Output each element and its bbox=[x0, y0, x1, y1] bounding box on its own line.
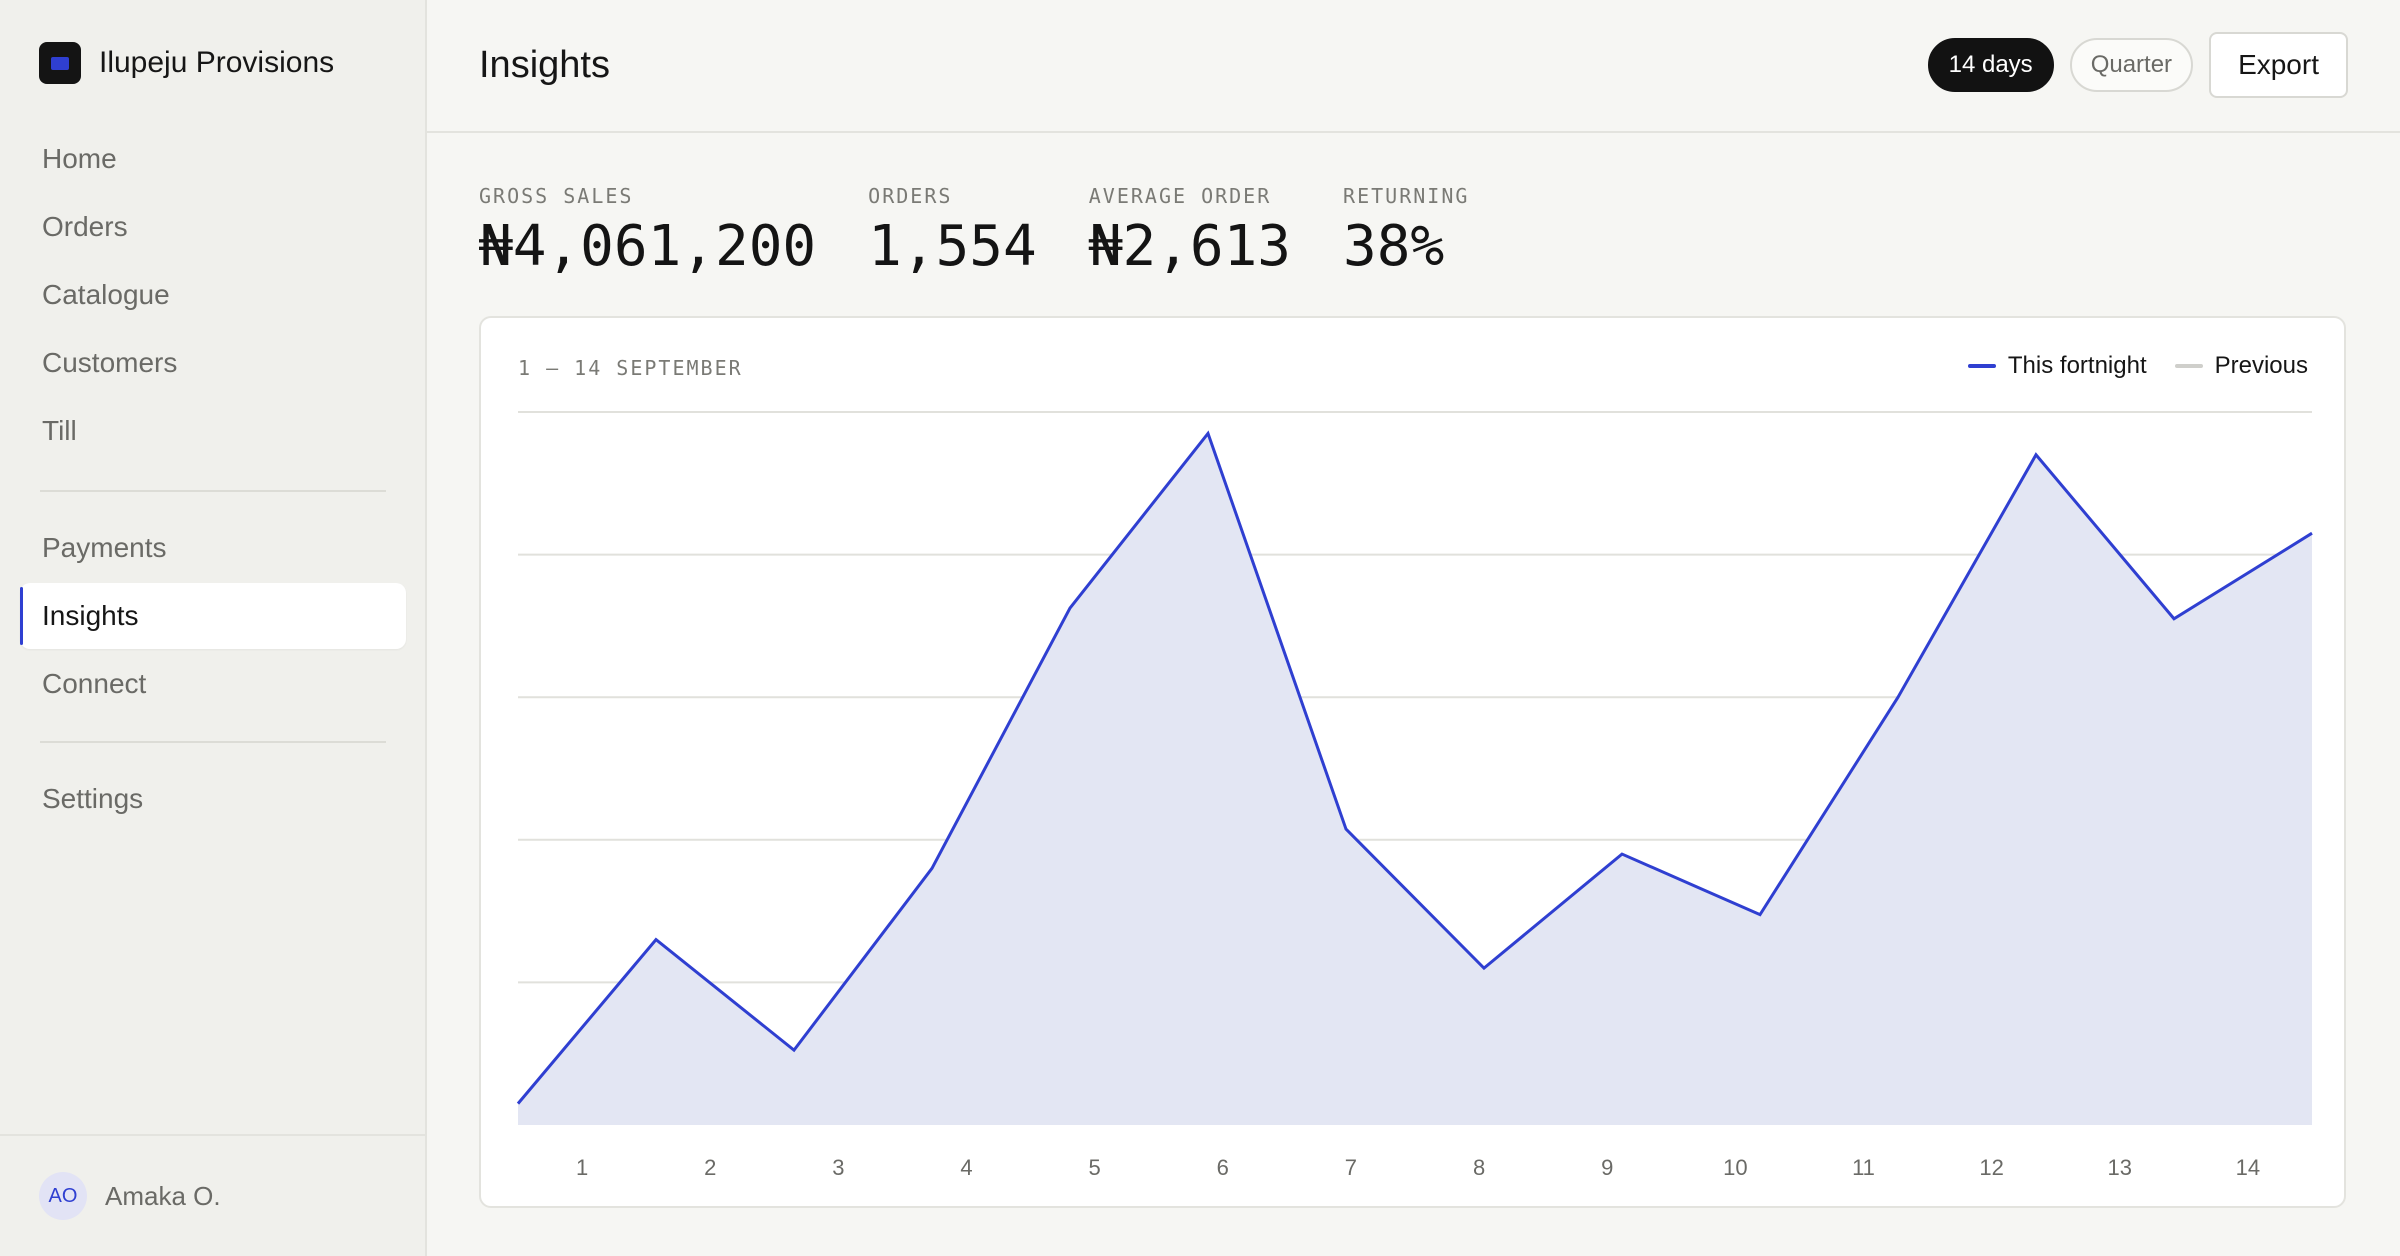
x-tick-label: 6 bbox=[1217, 1155, 1229, 1180]
nav-group-settings: Settings bbox=[20, 766, 406, 834]
x-tick-label: 1 bbox=[576, 1155, 588, 1180]
x-tick-label: 7 bbox=[1345, 1155, 1357, 1180]
kpi-row: GROSS SALES ₦4,061,200 ORDERS 1,554 AVER… bbox=[479, 184, 1521, 278]
sidebar: Ilupeju Provisions Home Orders Catalogue… bbox=[0, 0, 427, 1256]
kpi-label: GROSS SALES bbox=[479, 184, 634, 208]
avatar: AO bbox=[39, 1172, 87, 1220]
x-tick-label: 9 bbox=[1601, 1155, 1613, 1180]
range-pill-14-days[interactable]: 14 days bbox=[1927, 38, 2054, 92]
sidebar-item-catalogue[interactable]: Catalogue bbox=[20, 262, 406, 328]
chart-legend: This fortnight Previous bbox=[1940, 352, 2308, 380]
x-tick-label: 10 bbox=[1723, 1155, 1747, 1180]
legend-label: Previous bbox=[2214, 352, 2308, 379]
legend-swatch bbox=[2174, 364, 2203, 368]
sidebar-item-till[interactable]: Till bbox=[20, 398, 406, 464]
sidebar-item-settings[interactable]: Settings bbox=[20, 766, 406, 832]
chart-date-range: 1 – 14 SEPTEMBER bbox=[518, 356, 743, 380]
kpi-label: ORDERS bbox=[868, 184, 953, 208]
kpi-returning: RETURNING 38% bbox=[1343, 184, 1469, 278]
range-pill-quarter[interactable]: Quarter bbox=[2069, 38, 2194, 92]
series-area-this-fortnight bbox=[518, 433, 2312, 1125]
x-tick-label: 12 bbox=[1979, 1155, 2003, 1180]
sidebar-divider bbox=[40, 741, 386, 743]
x-tick-label: 14 bbox=[2236, 1155, 2260, 1180]
x-tick-label: 2 bbox=[704, 1155, 716, 1180]
page-title: Insights bbox=[479, 44, 610, 86]
sidebar-item-customers[interactable]: Customers bbox=[20, 330, 406, 396]
sidebar-item-payments[interactable]: Payments bbox=[20, 515, 406, 581]
legend-item-this-fortnight[interactable]: This fortnight bbox=[1967, 352, 2147, 380]
kpi-value: 38% bbox=[1343, 214, 1445, 279]
kpi-value: 1,554 bbox=[868, 214, 1037, 279]
brand-name: Ilupeju Provisions bbox=[99, 46, 335, 79]
kpi-gross-sales: GROSS SALES ₦4,061,200 bbox=[479, 184, 816, 278]
kpi-value: ₦4,061,200 bbox=[479, 214, 817, 279]
x-tick-label: 13 bbox=[2108, 1155, 2132, 1180]
top-bar: Insights 14 days Quarter Export bbox=[427, 0, 2400, 133]
kpi-value: ₦2,613 bbox=[1088, 214, 1292, 279]
x-tick-label: 4 bbox=[960, 1155, 972, 1180]
brand-logo-icon bbox=[39, 42, 81, 84]
topbar-actions: 14 days Quarter Export bbox=[1912, 32, 2348, 98]
kpi-orders: ORDERS 1,554 bbox=[868, 184, 1037, 278]
legend-item-previous[interactable]: Previous bbox=[2174, 352, 2308, 380]
sidebar-divider bbox=[40, 490, 386, 492]
kpi-label: AVERAGE ORDER bbox=[1088, 184, 1272, 208]
brand[interactable]: Ilupeju Provisions bbox=[39, 42, 334, 84]
sidebar-item-insights[interactable]: Insights bbox=[20, 583, 406, 649]
kpi-average-order: AVERAGE ORDER ₦2,613 bbox=[1089, 184, 1291, 278]
sidebar-item-home[interactable]: Home bbox=[20, 126, 406, 192]
nav-group-business: Payments Insights Connect bbox=[20, 515, 406, 719]
sidebar-item-orders[interactable]: Orders bbox=[20, 194, 406, 260]
sidebar-item-connect[interactable]: Connect bbox=[20, 651, 406, 717]
user-name: Amaka O. bbox=[105, 1180, 221, 1211]
kpi-label: RETURNING bbox=[1343, 184, 1470, 208]
x-tick-label: 11 bbox=[1852, 1155, 1875, 1180]
legend-swatch bbox=[1967, 364, 1996, 368]
export-button[interactable]: Export bbox=[2209, 32, 2348, 98]
x-tick-label: 8 bbox=[1473, 1155, 1485, 1180]
x-tick-label: 5 bbox=[1089, 1155, 1101, 1180]
x-tick-label: 3 bbox=[832, 1155, 844, 1180]
main-content: Insights 14 days Quarter Export GROSS SA… bbox=[427, 0, 2400, 1256]
nav-group-main: Home Orders Catalogue Customers Till bbox=[20, 126, 406, 466]
legend-label: This fortnight bbox=[2007, 352, 2147, 379]
sales-chart: 1 2 3 4 5 6 7 8 9 10 11 12 13 14 bbox=[516, 411, 2313, 1180]
user-profile[interactable]: AO Amaka O. bbox=[0, 1134, 425, 1256]
sales-chart-card: 1 2 3 4 5 6 7 8 9 10 11 12 13 14 1 – 14 SEPTEMBER Thi… bbox=[479, 316, 2346, 1208]
